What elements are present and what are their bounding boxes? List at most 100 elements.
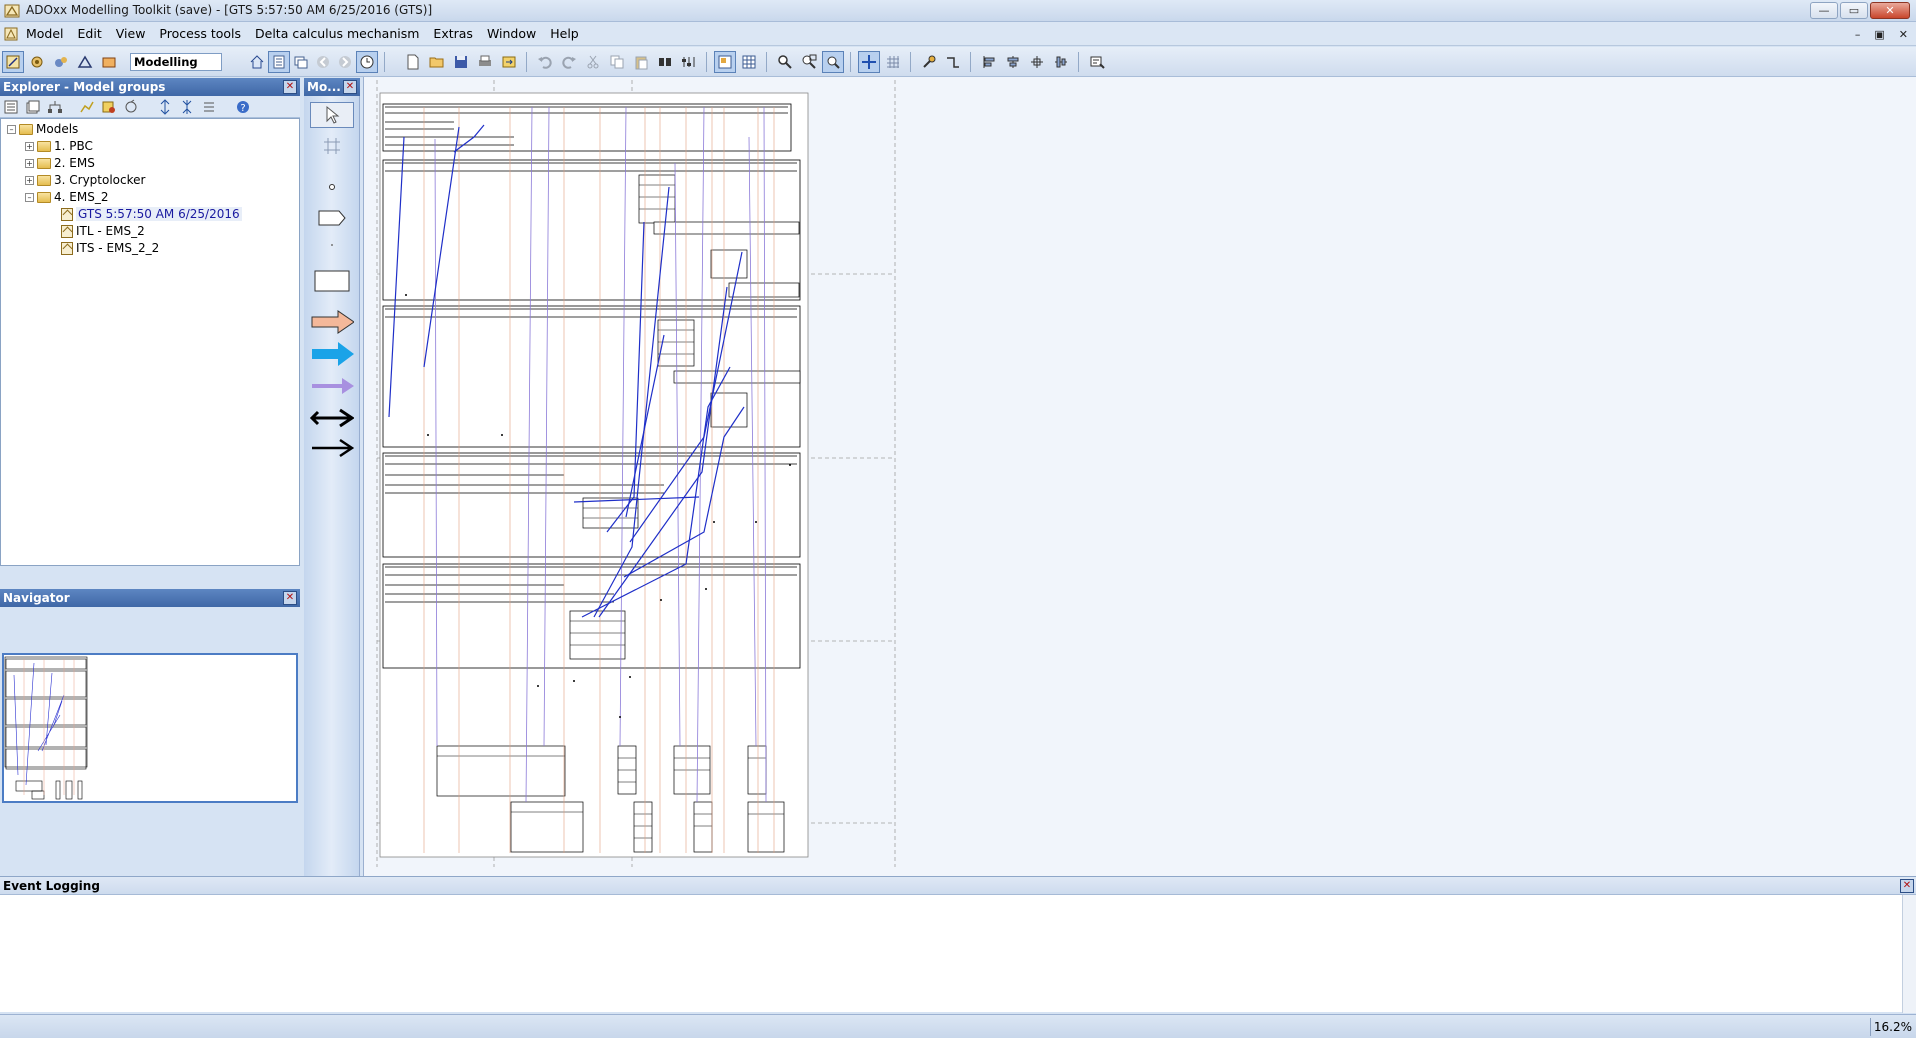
black-arrow-tool[interactable] — [310, 436, 354, 460]
dot-icon — [331, 244, 333, 246]
align-left-icon[interactable] — [978, 51, 1000, 73]
tree-model-gts[interactable]: GTS 5:57:50 AM 6/25/2016 — [61, 206, 242, 222]
blue-arrow-tool[interactable] — [310, 340, 354, 368]
navigator-close-button[interactable]: ✕ — [283, 591, 297, 605]
mdi-minimize-button[interactable]: – — [1855, 28, 1861, 41]
attribute-profiles-icon[interactable] — [25, 99, 41, 115]
navigator-title: Navigator — [3, 591, 70, 605]
zoom-icon[interactable] — [774, 51, 796, 73]
forward-icon[interactable] — [334, 51, 356, 73]
orange-arrow-tool[interactable] — [310, 308, 354, 336]
purple-arrow-tool[interactable] — [310, 374, 354, 398]
mdi-close-button[interactable]: ✕ — [1899, 28, 1908, 41]
event-shape-tool[interactable] — [310, 206, 354, 230]
event-log-area[interactable] — [0, 894, 1916, 1013]
menu-process-tools[interactable]: Process tools — [159, 26, 241, 41]
align-vertical-icon[interactable] — [1050, 51, 1072, 73]
home-icon[interactable] — [246, 51, 268, 73]
expand-toggle[interactable]: + — [25, 158, 34, 168]
grid-view-icon[interactable] — [714, 51, 736, 73]
find-icon[interactable] — [654, 51, 676, 73]
swimlane-tool[interactable] — [310, 134, 354, 158]
copy-icon[interactable] — [606, 51, 628, 73]
evaluation-icon[interactable] — [74, 51, 96, 73]
expand-toggle[interactable]: + — [25, 175, 34, 185]
hierarchy-icon[interactable] — [47, 99, 63, 115]
explorer-toggle-icon[interactable] — [268, 51, 290, 73]
save-icon[interactable] — [450, 51, 472, 73]
tree-model-its[interactable]: ITS - EMS_2_2 — [61, 240, 159, 256]
open-folder-icon[interactable] — [426, 51, 448, 73]
event-log-scrollbar[interactable] — [1902, 895, 1916, 1013]
rectangle-tool[interactable] — [310, 268, 354, 294]
align-center-icon[interactable] — [1002, 51, 1024, 73]
collapse-toggle[interactable]: – — [7, 124, 16, 134]
tree-model-itl[interactable]: ITL - EMS_2 — [61, 223, 145, 239]
properties-icon[interactable] — [678, 51, 700, 73]
palette-close-button[interactable]: ✕ — [343, 80, 357, 94]
tree-group-pbc[interactable]: +1. PBC — [25, 138, 93, 154]
pointer-tool[interactable] — [310, 102, 354, 128]
mdi-restore-button[interactable]: ▣ — [1874, 28, 1884, 41]
expand-toggle[interactable]: + — [25, 141, 34, 151]
paste-icon[interactable] — [630, 51, 652, 73]
menu-delta-calculus[interactable]: Delta calculus mechanism — [255, 26, 419, 41]
undo-icon[interactable] — [534, 51, 556, 73]
distribute-icon[interactable] — [1026, 51, 1048, 73]
collapse-toggle[interactable]: – — [25, 192, 34, 202]
black-bold-arrow-tool[interactable] — [310, 406, 354, 430]
menu-model[interactable]: Model — [26, 26, 64, 41]
tree-group-ems2[interactable]: – 4. EMS_2 — [25, 189, 108, 205]
menu-extras[interactable]: Extras — [433, 26, 473, 41]
tree-group-cryptolocker[interactable]: +3. Cryptolocker — [25, 172, 145, 188]
navigator-viewport[interactable] — [2, 653, 298, 803]
windows-icon[interactable] — [290, 51, 312, 73]
document-icon[interactable] — [4, 27, 18, 41]
menu-edit[interactable]: Edit — [78, 26, 102, 41]
menu-window[interactable]: Window — [487, 26, 536, 41]
status-bar: 16.2% — [0, 1014, 1916, 1038]
show-grid-icon[interactable] — [882, 51, 904, 73]
refresh-icon[interactable] — [123, 99, 139, 115]
small-dot-tool[interactable] — [310, 240, 354, 250]
orange-arrow-icon — [311, 310, 354, 334]
model-diagram[interactable] — [364, 77, 1916, 876]
minimize-button[interactable]: — — [1810, 2, 1838, 19]
export-icon[interactable] — [498, 51, 520, 73]
event-logging-close-button[interactable]: ✕ — [1900, 879, 1914, 893]
help-icon[interactable]: ? — [235, 99, 251, 115]
tree-group-ems[interactable]: +2. EMS — [25, 155, 95, 171]
zoom-fit-icon[interactable] — [822, 51, 844, 73]
analysis-icon[interactable] — [26, 51, 48, 73]
close-window-button[interactable]: ✕ — [1870, 2, 1910, 19]
import-export-icon[interactable] — [98, 51, 120, 73]
snap-grid-icon[interactable] — [858, 51, 880, 73]
tree-root-models[interactable]: – Models — [7, 121, 78, 137]
sort-icon[interactable] — [201, 99, 217, 115]
menu-view[interactable]: View — [116, 26, 146, 41]
layout-icon[interactable] — [1086, 51, 1108, 73]
modelling-mode-icon[interactable] — [2, 51, 24, 73]
node-dot-tool[interactable] — [310, 180, 354, 194]
mode-selector[interactable]: Modelling — [130, 53, 222, 71]
timer-icon[interactable] — [356, 51, 378, 73]
model-canvas[interactable] — [363, 77, 1916, 876]
table-view-icon[interactable] — [738, 51, 760, 73]
orthogonal-line-icon[interactable] — [942, 51, 964, 73]
connector-tool-icon[interactable] — [918, 51, 940, 73]
cut-icon[interactable] — [582, 51, 604, 73]
zoom-area-icon[interactable] — [798, 51, 820, 73]
back-icon[interactable] — [312, 51, 334, 73]
model-copy-icon[interactable] — [101, 99, 117, 115]
print-icon[interactable] — [474, 51, 496, 73]
menu-help[interactable]: Help — [550, 26, 579, 41]
model-groups-icon[interactable] — [3, 99, 19, 115]
maximize-button[interactable]: ▭ — [1840, 2, 1868, 19]
explorer-close-button[interactable]: ✕ — [283, 80, 297, 94]
chart-icon[interactable] — [79, 99, 95, 115]
new-model-icon[interactable] — [402, 51, 424, 73]
simulation-icon[interactable] — [50, 51, 72, 73]
collapse-all-icon[interactable] — [179, 99, 195, 115]
redo-icon[interactable] — [558, 51, 580, 73]
expand-all-icon[interactable] — [157, 99, 173, 115]
